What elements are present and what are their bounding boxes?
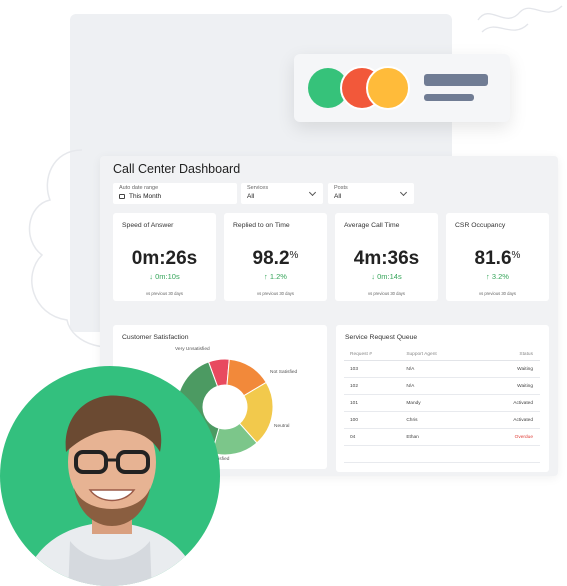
support-agent: N/A: [400, 360, 474, 378]
column-header: Status: [473, 349, 540, 361]
date-range-filter[interactable]: Auto date range This Month: [113, 183, 237, 204]
slice-label-very-unsatisfied: Very Unsatisfied: [175, 347, 210, 352]
status-badge: Waiting: [473, 377, 540, 395]
kpi-value: 98.2%: [252, 248, 299, 269]
kpi-footnote: vs previous 30 days: [367, 291, 405, 296]
request-number: 102: [344, 377, 401, 395]
kpi-footnote: vs previous 30 days: [145, 291, 183, 296]
kpi-delta: ↓ 0m:14s: [371, 272, 402, 281]
column-header: Request #: [344, 349, 401, 361]
table-header-row: Request # Support Agent Status: [344, 349, 540, 361]
filter-label: Posts: [334, 185, 348, 191]
filter-value: This Month: [129, 193, 162, 200]
kpi-csr-occupancy: CSR Occupancy 81.6% ↑ 3.2% vs previous 3…: [446, 213, 549, 301]
service-request-queue-panel: Service Request Queue Request # Support …: [336, 325, 549, 472]
kpi-speed-of-answer: Speed of Answer 0m:26s ↓ 0m:10s vs previ…: [113, 213, 216, 301]
queue-table: Request # Support Agent Status 103 N/A W…: [344, 349, 540, 463]
filter-value: All: [247, 193, 255, 200]
posts-filter[interactable]: Posts All: [328, 183, 414, 204]
table-row[interactable]: [344, 445, 540, 463]
panel-title: Service Request Queue: [345, 334, 418, 341]
calendar-icon: [119, 194, 125, 199]
kpi-title: Average Call Time: [344, 222, 400, 229]
request-number: 100: [344, 411, 401, 429]
request-number: [344, 445, 401, 463]
support-agent: N/A: [400, 377, 474, 395]
kpi-value: 81.6%: [474, 248, 521, 269]
status-badge: Activated: [473, 411, 540, 429]
avatar: [0, 366, 220, 586]
support-agent: Chris: [400, 411, 474, 429]
status-card: [294, 54, 510, 122]
kpi-delta: ↓ 0m:10s: [149, 272, 180, 281]
table-row[interactable]: 100 Chris Activated: [344, 411, 540, 429]
kpi-title: CSR Occupancy: [455, 222, 506, 229]
placeholder-bar: [424, 74, 488, 86]
support-agent: Mandy: [400, 394, 474, 412]
support-agent: Ethan: [400, 428, 474, 446]
status-badge: Activated: [473, 394, 540, 412]
page-title: Call Center Dashboard: [113, 162, 241, 176]
chevron-down-icon: [399, 188, 408, 197]
support-agent: [400, 445, 474, 463]
request-number: 04: [344, 428, 401, 446]
slice-label-not-satisfied: Not Satisfied: [270, 370, 298, 375]
table-row[interactable]: 04 Ethan Overdue: [344, 428, 540, 446]
kpi-delta: ↑ 3.2%: [486, 272, 509, 281]
filter-label: Auto date range: [119, 185, 159, 191]
kpi-value: 4m:36s: [353, 248, 420, 269]
filter-value: All: [334, 193, 342, 200]
kpi-footnote: vs previous 30 days: [256, 291, 294, 296]
decorative-lines-icon: [477, 5, 563, 33]
orange-dot-icon: [366, 66, 410, 110]
kpi-title: Speed of Answer: [122, 222, 174, 229]
table-row[interactable]: 103 N/A Waiting: [344, 360, 540, 378]
kpi-title: Replied to on Time: [233, 222, 290, 229]
kpi-footnote: vs previous 30 days: [478, 291, 516, 296]
status-badge: [473, 445, 540, 463]
kpi-replied-on-time: Replied to on Time 98.2% ↑ 1.2% vs previ…: [224, 213, 327, 301]
person-photo-icon: [22, 395, 200, 586]
table-row[interactable]: 101 Mandy Activated: [344, 394, 540, 412]
status-badge: Waiting: [473, 360, 540, 378]
placeholder-bar: [424, 94, 474, 101]
services-filter[interactable]: Services All: [241, 183, 323, 204]
kpi-value: 0m:26s: [131, 248, 198, 269]
filter-label: Services: [247, 185, 269, 191]
chevron-down-icon: [308, 188, 317, 197]
kpi-delta: ↑ 1.2%: [264, 272, 287, 281]
request-number: 101: [344, 394, 401, 412]
table-row[interactable]: 102 N/A Waiting: [344, 377, 540, 395]
slice-label-neutral: Neutral: [274, 424, 290, 429]
request-number: 103: [344, 360, 401, 378]
status-badge: Overdue: [473, 428, 540, 446]
column-header: Support Agent: [400, 349, 474, 361]
kpi-average-call-time: Average Call Time 4m:36s ↓ 0m:14s vs pre…: [335, 213, 438, 301]
